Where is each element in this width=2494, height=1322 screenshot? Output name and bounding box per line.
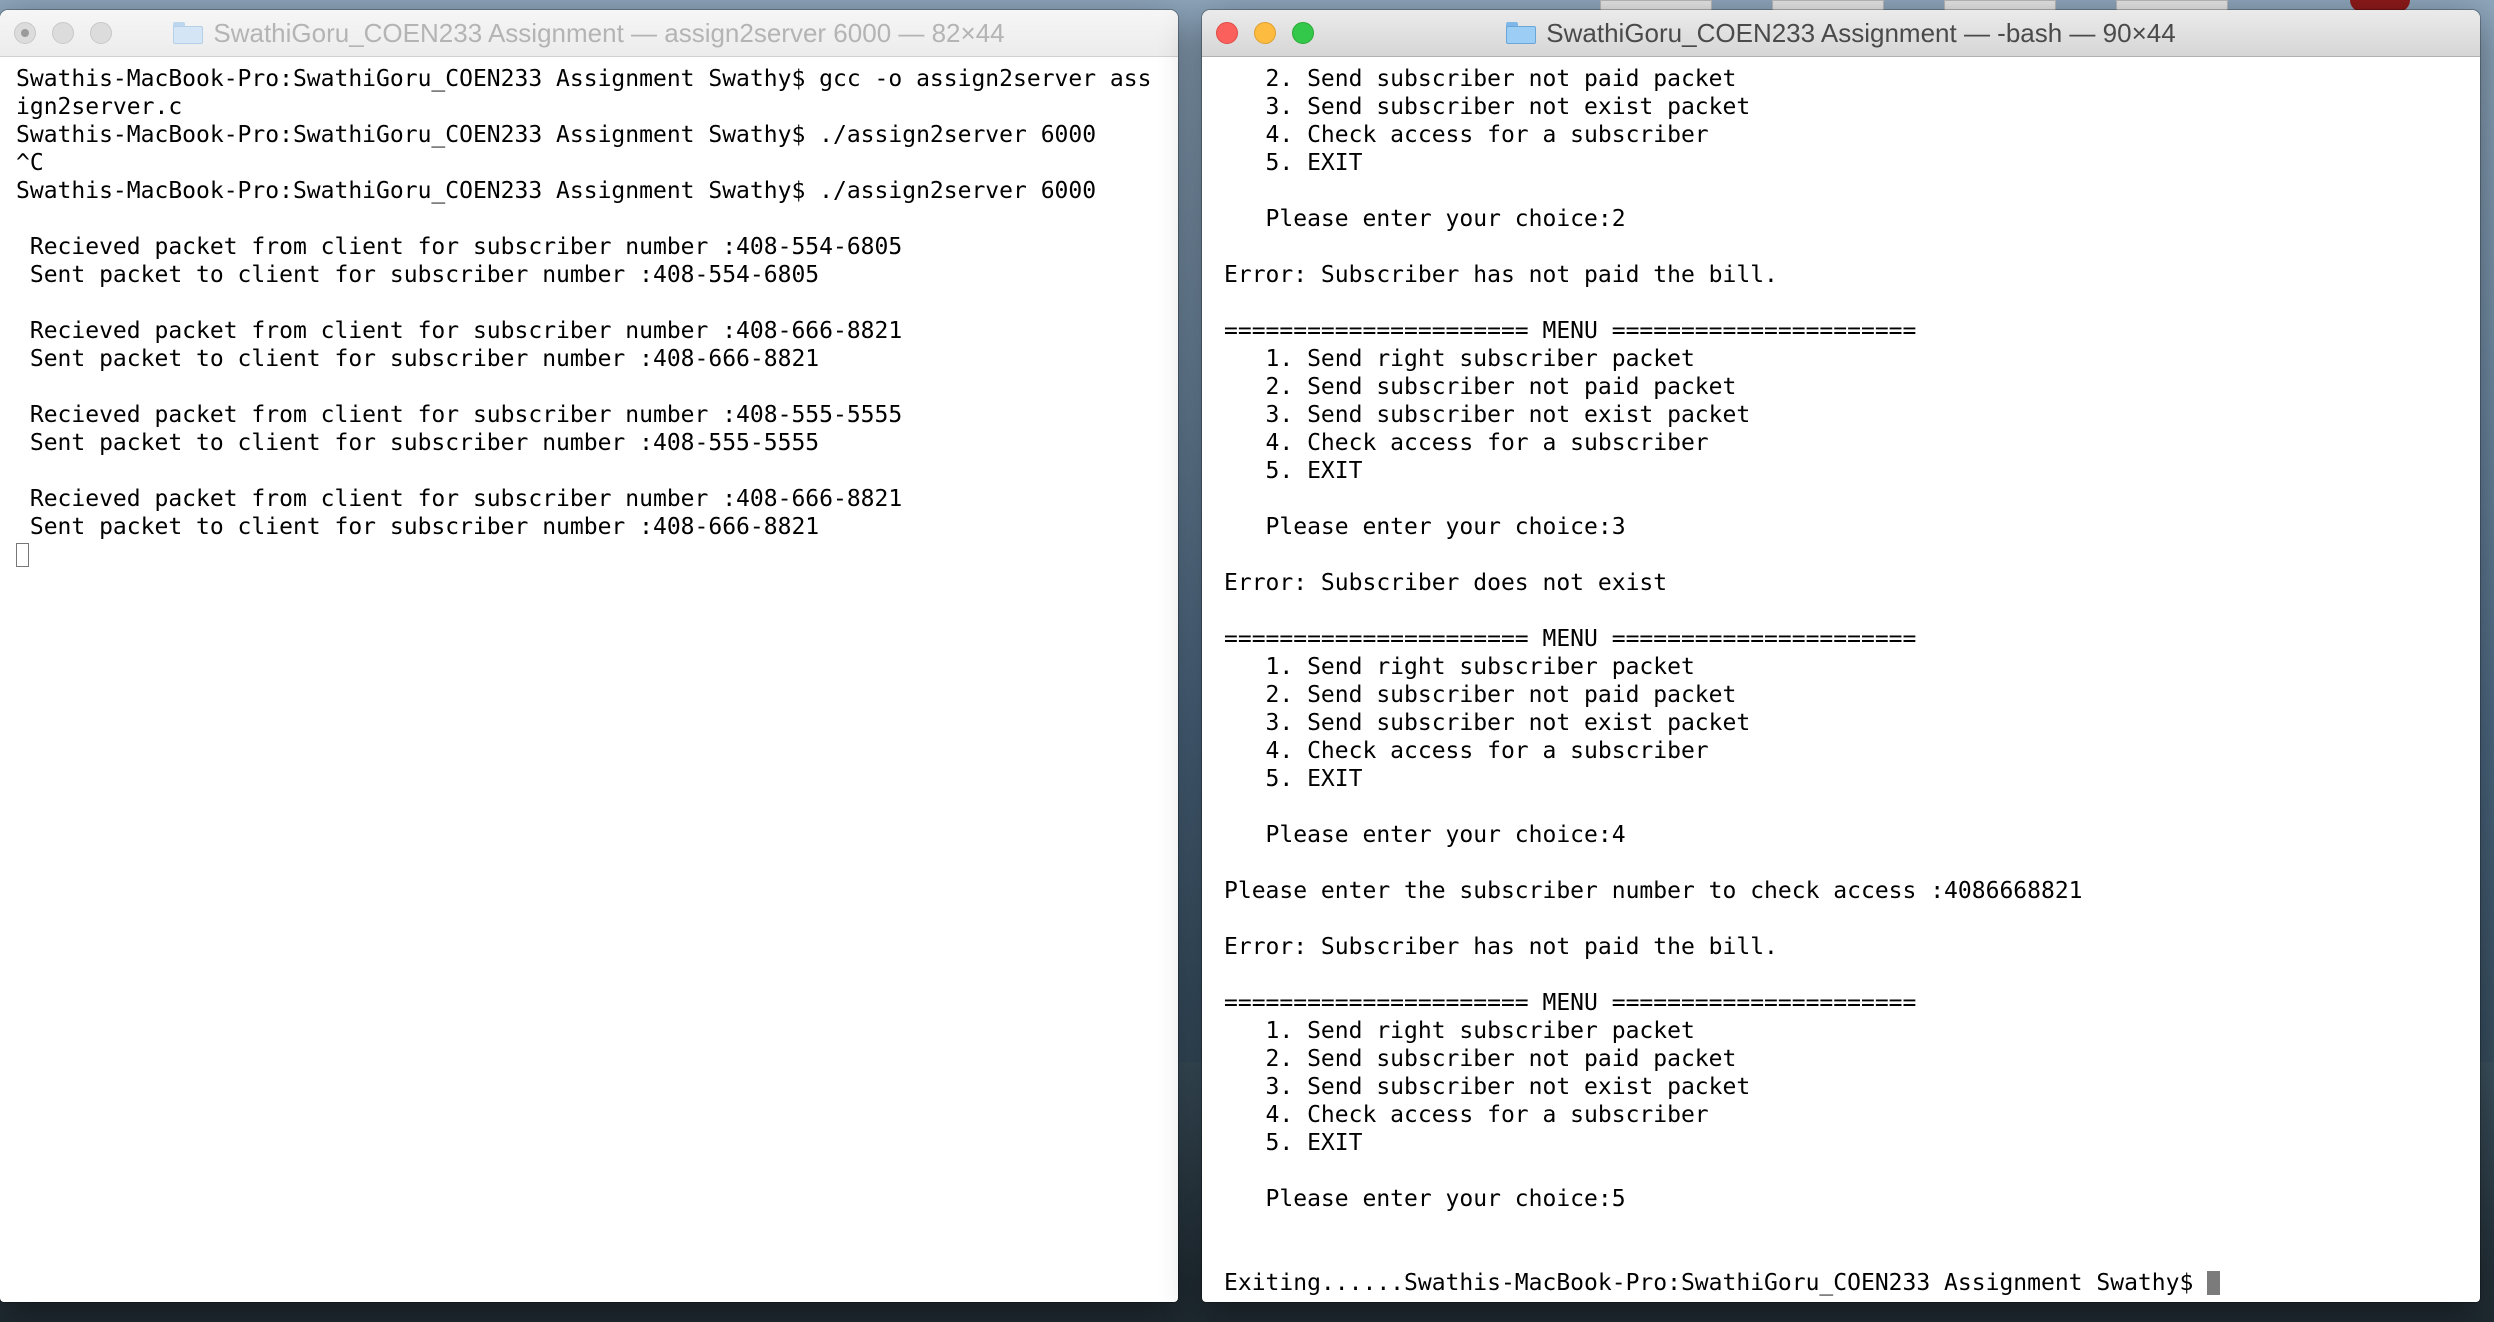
terminal-line: 2. Send subscriber not paid packet <box>1224 1046 1737 1072</box>
terminal-line: 3. Send subscriber not exist packet <box>1224 1074 1751 1100</box>
terminal-line: Please enter your choice:3 <box>1224 514 1626 540</box>
terminal-line: 4. Check access for a subscriber <box>1224 738 1709 764</box>
terminal-line: 4. Check access for a subscriber <box>1224 430 1709 456</box>
terminal-line: 2. Send subscriber not paid packet <box>1224 66 1737 92</box>
terminal-line: Sent packet to client for subscriber num… <box>16 346 820 372</box>
terminal-output[interactable]: 2. Send subscriber not paid packet 3. Se… <box>1202 57 2480 1297</box>
terminal-line: 1. Send right subscriber packet <box>1224 1018 1695 1044</box>
terminal-line: 1. Send right subscriber packet <box>1224 654 1695 680</box>
terminal-line: Swathis-MacBook-Pro:SwathiGoru_COEN233 A… <box>16 122 1097 148</box>
terminal-line: Error: Subscriber does not exist <box>1224 570 1668 596</box>
window-title: SwathiGoru_COEN233 Assignment — -bash — … <box>1202 10 2480 56</box>
terminal-line: Sent packet to client for subscriber num… <box>16 514 820 540</box>
terminal-window-server[interactable]: SwathiGoru_COEN233 Assignment — assign2s… <box>0 10 1178 1302</box>
terminal-line: Sent packet to client for subscriber num… <box>16 430 820 456</box>
window-title-text: SwathiGoru_COEN233 Assignment — assign2s… <box>213 17 1005 48</box>
terminal-line: Please enter your choice:5 <box>1224 1186 1626 1212</box>
terminal-line: Recieved packet from client for subscrib… <box>16 318 903 344</box>
terminal-line: 1. Send right subscriber packet <box>1224 346 1695 372</box>
shell-prompt-line: Exiting......Swathis-MacBook-Pro:SwathiG… <box>1224 1269 2480 1297</box>
terminal-line: 4. Check access for a subscriber <box>1224 1102 1709 1128</box>
shell-prompt: Exiting......Swathis-MacBook-Pro:SwathiG… <box>1224 1270 2208 1296</box>
terminal-line: Error: Subscriber has not paid the bill. <box>1224 934 1778 960</box>
window-title-text: SwathiGoru_COEN233 Assignment — -bash — … <box>1546 17 2176 48</box>
text-cursor <box>2207 1271 2221 1295</box>
terminal-line: 5. EXIT <box>1224 150 1363 176</box>
terminal-line: Please enter the subscriber number to ch… <box>1224 878 2083 904</box>
terminal-line: 4. Check access for a subscriber <box>1224 122 1709 148</box>
terminal-line: 3. Send subscriber not exist packet <box>1224 94 1751 120</box>
terminal-line: 5. EXIT <box>1224 458 1363 484</box>
terminal-line: 3. Send subscriber not exist packet <box>1224 710 1751 736</box>
terminal-line: Swathis-MacBook-Pro:SwathiGoru_COEN233 A… <box>16 178 1097 204</box>
terminal-line: ====================== MENU ============… <box>1224 990 1917 1016</box>
terminal-line: Recieved packet from client for subscrib… <box>16 234 903 260</box>
terminal-line: 3. Send subscriber not exist packet <box>1224 402 1751 428</box>
text-cursor <box>16 543 29 567</box>
terminal-output[interactable]: Swathis-MacBook-Pro:SwathiGoru_COEN233 A… <box>0 57 1178 569</box>
terminal-line: 2. Send subscriber not paid packet <box>1224 374 1737 400</box>
terminal-line: 5. EXIT <box>1224 766 1363 792</box>
folder-icon <box>1506 22 1537 44</box>
title-bar[interactable]: SwathiGoru_COEN233 Assignment — assign2s… <box>0 10 1178 57</box>
window-title: SwathiGoru_COEN233 Assignment — assign2s… <box>0 10 1178 56</box>
terminal-line: Recieved packet from client for subscrib… <box>16 402 903 428</box>
terminal-window-bash[interactable]: SwathiGoru_COEN233 Assignment — -bash — … <box>1202 10 2480 1302</box>
title-bar[interactable]: SwathiGoru_COEN233 Assignment — -bash — … <box>1202 10 2480 57</box>
terminal-line: Error: Subscriber has not paid the bill. <box>1224 262 1778 288</box>
terminal-line: Recieved packet from client for subscrib… <box>16 486 903 512</box>
terminal-line: ^C <box>16 150 44 176</box>
terminal-line: ====================== MENU ============… <box>1224 626 1917 652</box>
terminal-line: Swathis-MacBook-Pro:SwathiGoru_COEN233 A… <box>16 66 1152 92</box>
folder-icon <box>173 22 204 44</box>
terminal-cursor-line <box>16 541 1178 569</box>
terminal-line: ====================== MENU ============… <box>1224 318 1917 344</box>
terminal-line: 2. Send subscriber not paid packet <box>1224 682 1737 708</box>
terminal-line: Please enter your choice:4 <box>1224 822 1626 848</box>
terminal-line: ign2server.c <box>16 94 183 120</box>
terminal-line: Please enter your choice:2 <box>1224 206 1626 232</box>
terminal-line: 5. EXIT <box>1224 1130 1363 1156</box>
terminal-line: Sent packet to client for subscriber num… <box>16 262 820 288</box>
